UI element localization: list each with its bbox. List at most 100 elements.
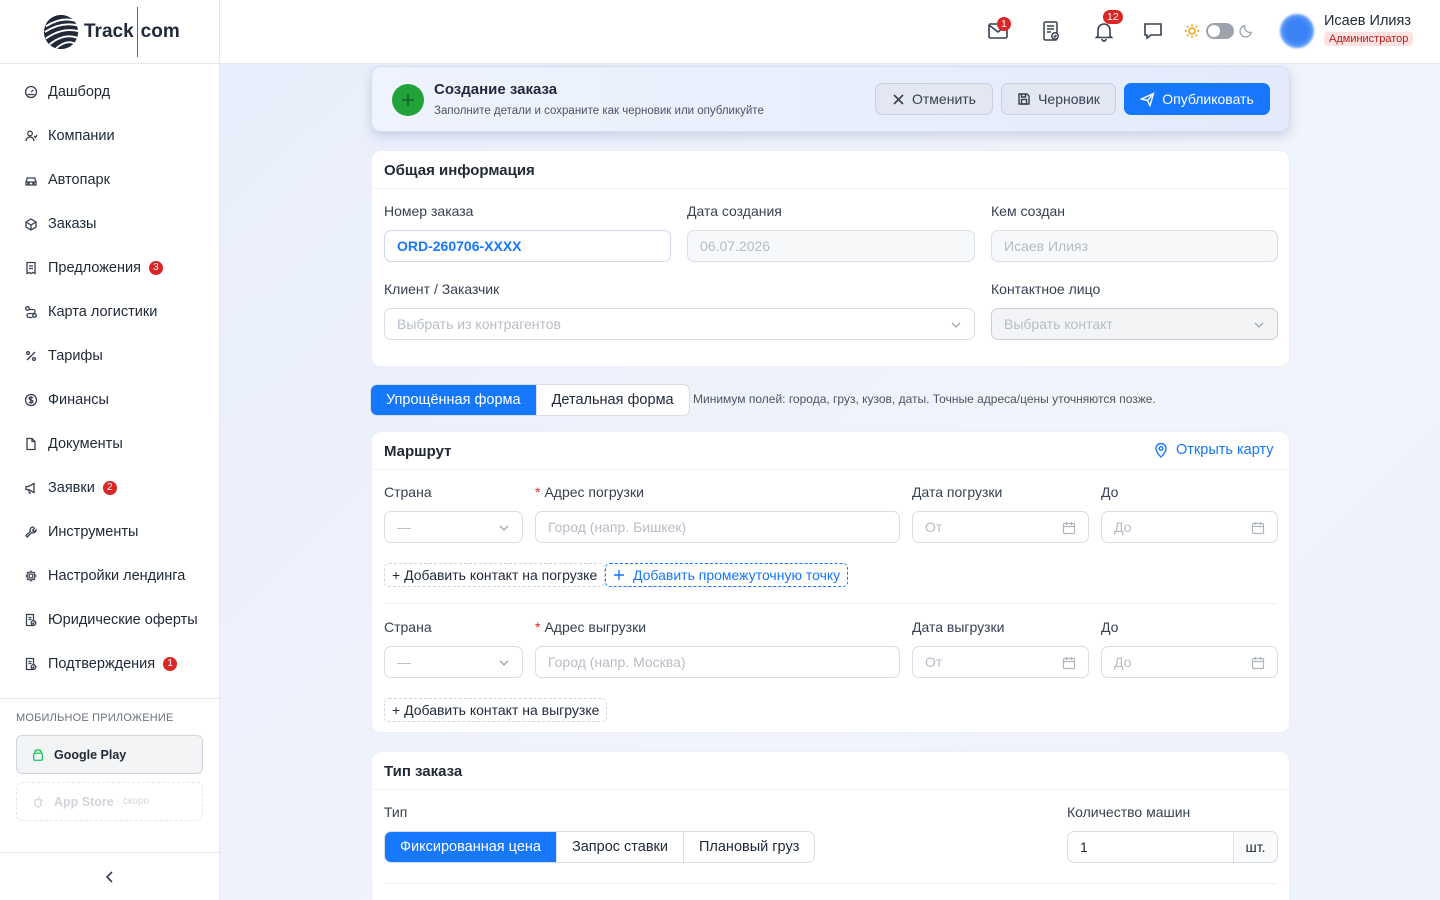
gear-icon (25, 570, 37, 582)
cars-count-label: Количество машин (1067, 804, 1191, 820)
draft-label: Черновик (1038, 91, 1100, 107)
sidebar-item-dashboard[interactable]: Дашборд (0, 70, 219, 114)
sidebar-item-label: Заказы (48, 216, 97, 232)
planned-cargo-option[interactable]: Плановый груз (682, 832, 814, 862)
required-mark: * (535, 484, 541, 500)
add-loading-contact-button[interactable]: + Добавить контакт на погрузке (384, 563, 606, 587)
sidebar-item-tariffs[interactable]: Тарифы (0, 334, 219, 378)
app-store-soon: · скоро (116, 796, 150, 807)
sidebar-item-label: Тарифы (48, 348, 103, 364)
sidebar-item-documents[interactable]: Документы (0, 422, 219, 466)
date-from-placeholder: От (925, 654, 943, 670)
form-mode-switch: Упрощённая форма Детальная форма (370, 384, 690, 416)
loading-address-label-text: Адрес погрузки (544, 484, 644, 500)
file-icon (26, 437, 36, 451)
chevron-down-icon (499, 660, 509, 666)
user-name[interactable]: Исаев Илияз (1324, 13, 1411, 29)
order-number-field[interactable]: ORD-260706-XXXX (384, 230, 671, 262)
clipboard-check-icon[interactable] (1040, 20, 1062, 42)
unloading-country-label: Страна (384, 619, 432, 635)
sidebar-item-legal-offers[interactable]: Юридические оферты (0, 598, 219, 642)
cancel-button[interactable]: Отменить (875, 83, 993, 115)
avatar[interactable] (1280, 14, 1314, 48)
sidebar-item-finance[interactable]: Финансы (0, 378, 219, 422)
calendar-icon (1251, 522, 1265, 535)
app-store-button: App Store · скоро (16, 782, 203, 821)
client-select[interactable]: Выбрать из контрагентов (384, 308, 975, 340)
save-draft-button[interactable]: Черновик (1001, 83, 1116, 115)
dashboard-icon (24, 85, 38, 99)
moon-icon (1239, 24, 1253, 38)
collapse-sidebar-icon[interactable] (102, 869, 118, 885)
sun-icon (1185, 24, 1199, 38)
unloading-to-label: До (1101, 619, 1119, 635)
globe-logo-icon (43, 14, 79, 49)
chevron-down-icon (951, 322, 961, 328)
divider (0, 852, 219, 853)
chevron-down-icon (1254, 322, 1264, 328)
sidebar-item-logistics-map[interactable]: Карта логистики (0, 290, 219, 334)
sidebar-item-label: Предложения (48, 260, 141, 276)
sidebar-item-fleet[interactable]: Автопарк (0, 158, 219, 202)
date-from-placeholder: От (925, 519, 943, 535)
loading-date-label: Дата погрузки (912, 484, 1003, 500)
theme-toggle[interactable] (1206, 23, 1234, 39)
loading-date-from[interactable]: От (912, 511, 1089, 543)
add-unloading-contact-button[interactable]: + Добавить контакт на выгрузке (384, 698, 608, 722)
sidebar-item-tools[interactable]: Инструменты (0, 510, 219, 554)
google-play-button[interactable]: Google Play (16, 735, 203, 774)
rate-request-option[interactable]: Запрос ставки (555, 832, 683, 862)
sidebar-item-landing-settings[interactable]: Настройки лендинга (0, 554, 219, 598)
percent-icon (25, 350, 37, 362)
cars-unit-addon: шт. (1234, 831, 1278, 863)
cars-count-input[interactable]: 1 (1067, 831, 1234, 863)
date-to-placeholder: До (1114, 519, 1132, 535)
sidebar: Track com Дашборд Компании Автопарк Заказы Пр… (0, 0, 220, 900)
chat-icon[interactable] (1142, 20, 1164, 42)
publish-button[interactable]: Опубликовать (1124, 83, 1270, 115)
loading-country-select[interactable]: — (384, 511, 523, 543)
detailed-form-tab[interactable]: Детальная форма (535, 385, 689, 415)
loading-country-value: — (397, 519, 411, 535)
loading-address-input[interactable]: Город (напр. Бишкек) (535, 511, 900, 543)
sidebar-item-label: Карта логистики (48, 304, 158, 320)
google-play-label: Google Play (54, 747, 127, 762)
calendar-icon (1062, 522, 1076, 535)
order-type-card: Тип заказа Тип Фиксированная цена Запрос… (371, 751, 1290, 900)
fixed-price-option[interactable]: Фиксированная цена (385, 832, 556, 862)
sidebar-item-companies[interactable]: Компании (0, 114, 219, 158)
contact-select[interactable]: Выбрать контакт (991, 308, 1278, 340)
notifications-badge: 12 (1103, 10, 1123, 24)
unloading-date-to[interactable]: До (1101, 646, 1278, 678)
sidebar-item-requests[interactable]: Заявки 2 (0, 466, 219, 510)
loading-date-to[interactable]: До (1101, 511, 1278, 543)
app-store-label: App Store (54, 794, 114, 809)
brand-divider (136, 6, 138, 57)
box-icon (25, 218, 37, 231)
brand-name-right: com (140, 20, 180, 42)
sidebar-item-orders[interactable]: Заказы (0, 202, 219, 246)
section-title: Тип заказа (384, 763, 463, 780)
open-map-label: Открыть карту (1176, 442, 1274, 458)
unloading-date-from[interactable]: От (912, 646, 1089, 678)
unloading-date-label: Дата выгрузки (912, 619, 1005, 635)
form-mode-hint: Минимум полей: города, груз, кузов, даты… (693, 392, 1156, 406)
top-header: 1 12 Исаев Илияз Администратор (220, 0, 1440, 64)
megaphone-icon (25, 482, 35, 494)
simple-form-tab[interactable]: Упрощённая форма (371, 385, 536, 415)
sidebar-item-offers[interactable]: Предложения 3 (0, 246, 219, 290)
receipt-icon (26, 261, 36, 275)
user-role-badge: Администратор (1324, 32, 1414, 46)
route-card: Маршрут Открыть карту Страна — * Адрес по… (371, 431, 1290, 733)
sidebar-item-label: Компании (48, 128, 115, 144)
unloading-country-select[interactable]: — (384, 646, 523, 678)
brand-logo[interactable]: Track com (0, 0, 219, 64)
add-waypoint-button[interactable]: Добавить промежуточную точку (605, 563, 849, 587)
sidebar-item-label: Юридические оферты (48, 612, 198, 628)
divider (372, 469, 1289, 470)
open-map-link[interactable]: Открыть карту (1154, 442, 1274, 458)
unloading-address-input[interactable]: Город (напр. Москва) (535, 646, 900, 678)
sidebar-item-confirmations[interactable]: Подтверждения 1 (0, 642, 219, 686)
sidebar-item-label: Автопарк (48, 172, 110, 188)
contact-placeholder: Выбрать контакт (1004, 316, 1113, 332)
